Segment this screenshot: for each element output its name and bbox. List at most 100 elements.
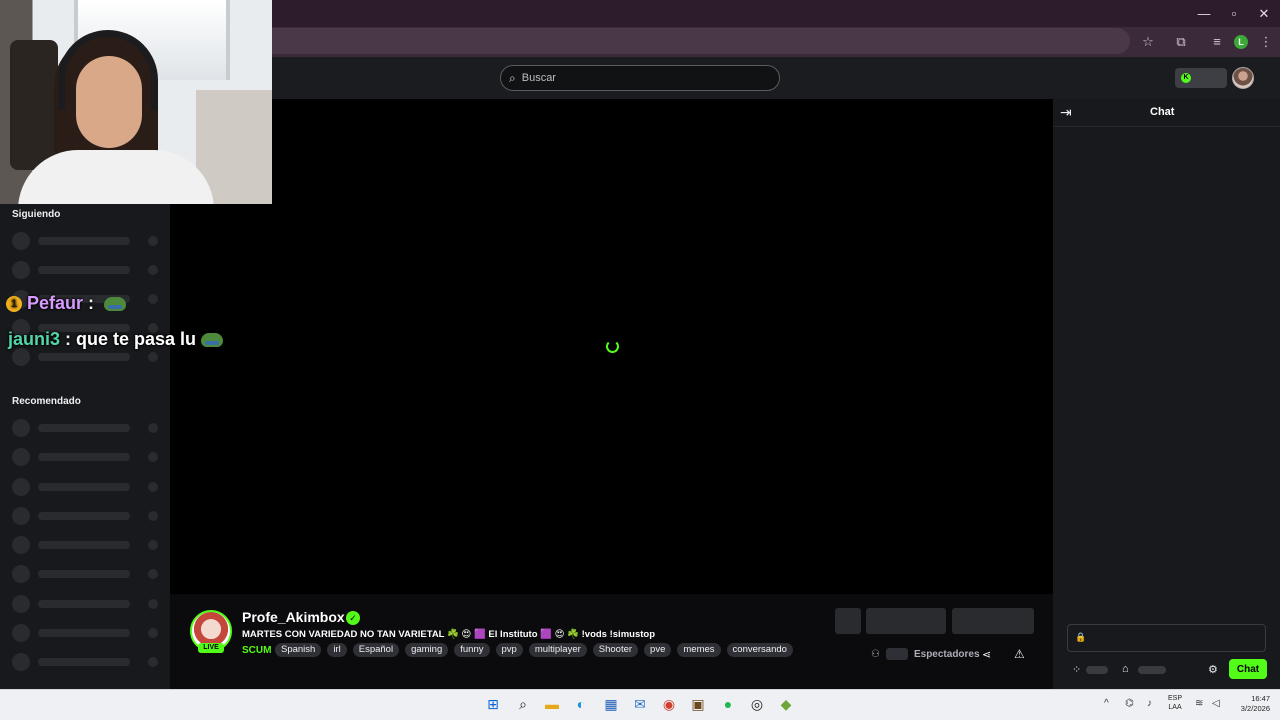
user-avatar[interactable] [1232, 67, 1254, 89]
tray-microphone-icon[interactable]: ♪ [1147, 698, 1152, 709]
minecraft-launcher-icon[interactable]: ▣ [690, 696, 706, 712]
recommended-skeleton-item [12, 419, 162, 437]
outlook-icon[interactable]: ✉ [632, 696, 648, 712]
browser-profile-avatar[interactable]: L [1234, 35, 1248, 49]
taskbar-search-icon[interactable]: ⌕ [515, 696, 531, 712]
address-bar[interactable] [230, 28, 1130, 54]
minecraft-icon[interactable]: ◆ [778, 696, 794, 712]
streamer-name[interactable]: Profe_Akimbox [242, 609, 345, 625]
following-skeleton-item [12, 261, 162, 279]
overlay-chat-colon: : [65, 329, 72, 349]
live-badge: LIVE [198, 643, 224, 653]
follow-button-skeleton[interactable] [866, 608, 946, 634]
following-heading: Siguiendo [12, 209, 61, 220]
windows-start-icon[interactable]: ⊞ [485, 696, 501, 712]
recommended-skeleton-item [12, 507, 162, 525]
stream-tag[interactable]: pvp [495, 643, 523, 657]
recommended-skeleton-item [12, 565, 162, 583]
chat-send-button[interactable]: Chat [1229, 659, 1267, 679]
following-skeleton-item [12, 232, 162, 250]
obs-studio-icon[interactable]: ◎ [749, 696, 765, 712]
clock-date: 3/2/2026 [1240, 704, 1270, 713]
stream-title: MARTES CON VARIEDAD NO TAN VARIETAL ☘️ 😍… [242, 629, 655, 640]
stream-tag[interactable]: irl [327, 643, 347, 657]
store-skeleton [1138, 666, 1166, 674]
stream-tag[interactable]: pve [644, 643, 672, 657]
input-language-indicator[interactable]: ESP LAA [1168, 694, 1182, 712]
chat-message-input[interactable] [1067, 624, 1266, 652]
stream-tag[interactable]: memes [677, 643, 721, 657]
media-controls-icon[interactable]: ≡ [1208, 34, 1226, 49]
viewers-count-skeleton [885, 648, 908, 660]
stream-tag[interactable]: gaming [405, 643, 449, 657]
frog-emote-icon [201, 332, 224, 347]
tray-volume-icon[interactable]: ◁ [1212, 698, 1220, 709]
frog-emote-icon [104, 296, 127, 311]
tray-network-icon[interactable]: ⌬ [1125, 698, 1134, 709]
chat-settings-gear-icon[interactable]: ⚙ [1208, 663, 1218, 676]
subscribe-button-skeleton[interactable] [952, 608, 1034, 634]
chrome-browser-icon[interactable]: ◉ [661, 696, 677, 712]
overlay-chat-message: que te pasa lu [76, 329, 197, 349]
recommended-skeleton-item [12, 624, 162, 642]
browser-menu-icon[interactable]: ⋮ [1257, 34, 1275, 50]
stream-tag[interactable]: Español [352, 643, 400, 657]
search-box[interactable]: ⌕ [500, 65, 780, 91]
overlay-chat-colon: : [88, 293, 95, 313]
loading-spinner-icon [606, 340, 619, 353]
maximize-button[interactable]: ▫ [1224, 6, 1244, 21]
chat-panel [1053, 99, 1280, 689]
recommended-skeleton-item [12, 595, 162, 613]
overlay-chat-user: Pefaur [27, 293, 84, 313]
viewers-icon: ⚇ [871, 648, 880, 660]
chat-title: Chat [1150, 106, 1175, 118]
recommended-skeleton-item [12, 653, 162, 671]
file-explorer-icon[interactable]: ▬ [544, 696, 560, 712]
subscriber-badge-icon: 1 [6, 295, 22, 312]
viewers-indicator: ⚇ Espectadores [871, 648, 980, 660]
tray-wifi-icon[interactable]: ≋ [1195, 698, 1203, 709]
keyboard-layout: LAA [1168, 704, 1182, 711]
minimize-button[interactable]: — [1194, 6, 1214, 21]
points-skeleton [1086, 666, 1108, 674]
stream-tags: Spanish irl Español gaming funny pvp multiplay… [275, 643, 793, 657]
overlay-chat-line: jauni3 : que te pasa lu [8, 329, 224, 350]
tray-overflow-chevron-icon[interactable]: ^ [1104, 698, 1109, 709]
share-icon[interactable]: ⋖ [982, 648, 991, 661]
close-window-button[interactable]: ✕ [1254, 6, 1274, 22]
clock-time: 16:47 [1251, 694, 1270, 703]
store-icon[interactable]: ⌂ [1122, 663, 1129, 675]
edge-browser-icon[interactable]: ◐ [573, 696, 589, 712]
overlay-chat-user: jauni3 [8, 329, 61, 349]
stream-tag[interactable]: Spanish [275, 643, 322, 657]
kick-points-button[interactable]: K [1175, 68, 1227, 88]
recommended-heading: Recomendado [12, 396, 81, 407]
webcam-overlay [0, 0, 272, 204]
search-icon: ⌕ [509, 70, 516, 85]
report-warning-icon[interactable]: ⚠ [1014, 647, 1025, 661]
microsoft-store-icon[interactable]: ▦ [603, 696, 619, 712]
recommended-skeleton-item [12, 478, 162, 496]
following-skeleton-item [12, 348, 162, 366]
points-icon[interactable]: ⁘ [1072, 663, 1081, 676]
search-input[interactable] [521, 72, 762, 84]
stream-tag[interactable]: funny [454, 643, 490, 657]
verified-badge-icon: ✓ [346, 611, 360, 625]
stream-tag[interactable]: multiplayer [528, 643, 587, 657]
kick-logo-icon: K [1181, 73, 1191, 83]
action-button-skeleton[interactable] [835, 608, 861, 634]
spotify-icon[interactable]: ● [720, 696, 736, 712]
recommended-skeleton-item [12, 536, 162, 554]
taskbar-clock[interactable]: 16:47 3/2/2026 [1226, 694, 1270, 714]
collapse-chat-icon[interactable]: ⇥ [1060, 104, 1072, 121]
lock-icon: 🔒 [1075, 632, 1087, 642]
recommended-skeleton-item [12, 448, 162, 466]
viewers-label: Espectadores [913, 648, 980, 660]
extensions-icon[interactable]: ⧉ [1172, 34, 1190, 50]
language-code: ESP [1168, 695, 1183, 702]
overlay-chat-line: 1 Pefaur : [6, 293, 127, 314]
stream-tag[interactable]: conversando [726, 643, 793, 657]
bookmark-star-icon[interactable]: ☆ [1139, 34, 1157, 50]
stream-tag[interactable]: Shooter [592, 643, 639, 657]
stream-category-link[interactable]: SCUM [242, 645, 271, 656]
